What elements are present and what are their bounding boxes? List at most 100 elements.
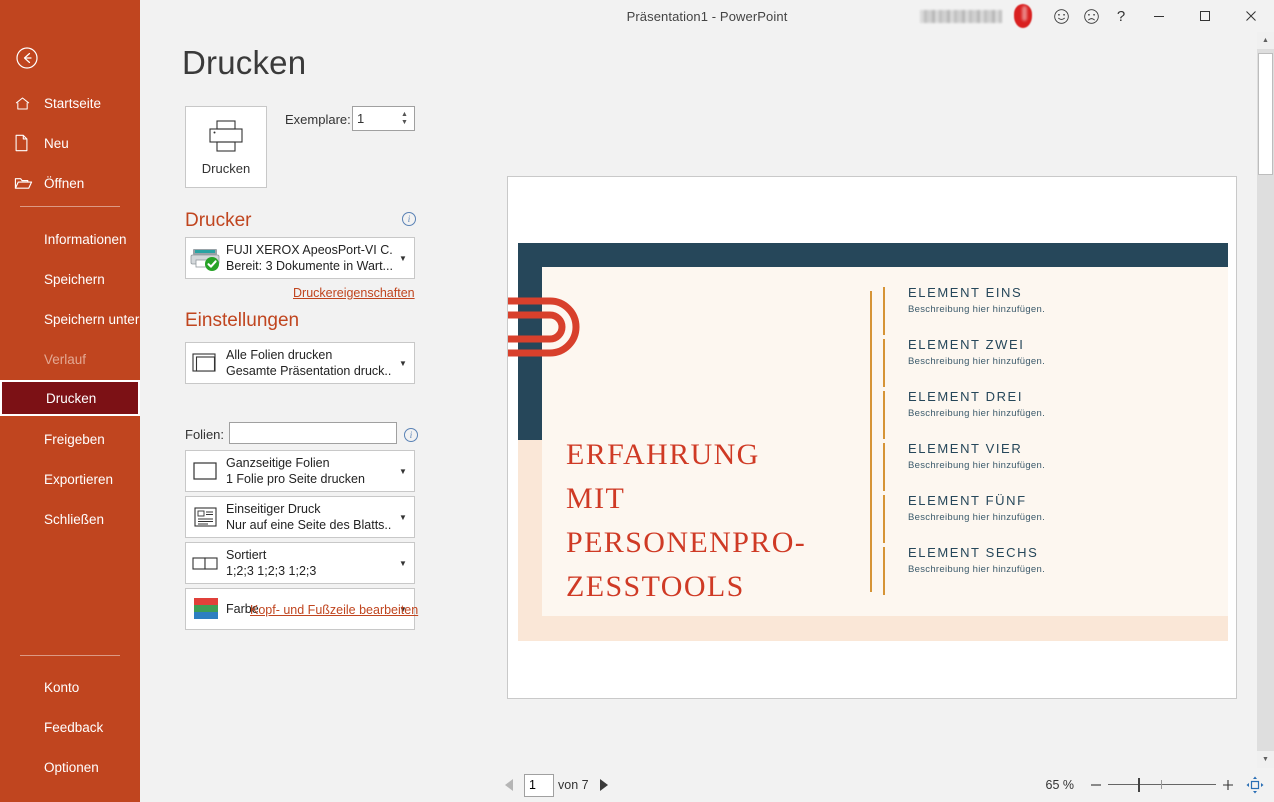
item-description: Beschreibung hier hinzufügen.	[908, 408, 1046, 419]
print-preview-area: ERFAHRUNG MIT PERSONENPRO- ZESSTOOLS ELE…	[460, 32, 1274, 802]
slides-range-input[interactable]	[230, 423, 396, 443]
page-title: Drucken	[182, 44, 307, 81]
sidebar-item-freigeben[interactable]: Freigeben	[0, 424, 140, 454]
copies-spin-up[interactable]: ▲	[397, 111, 412, 119]
print-button[interactable]: Drucken	[185, 106, 267, 188]
fit-to-window-button[interactable]	[1244, 774, 1266, 796]
scroll-up-button[interactable]: ▲	[1257, 32, 1274, 49]
item-description: Beschreibung hier hinzufügen.	[908, 512, 1046, 523]
avatar[interactable]	[1010, 3, 1036, 29]
page-number-input[interactable]	[525, 774, 553, 796]
scrollbar-track[interactable]	[1257, 49, 1274, 751]
slides-range-field[interactable]	[229, 422, 397, 444]
sidebar-item-oeffnen[interactable]: Öffnen	[0, 168, 140, 198]
item-accent-bar	[883, 287, 885, 335]
slide-list-item: ELEMENT VIER Beschreibung hier hinzufüge…	[883, 441, 1203, 493]
zoom-slider-thumb[interactable]	[1138, 778, 1140, 792]
slide-list-item: ELEMENT DREI Beschreibung hier hinzufüge…	[883, 389, 1203, 441]
print-range-line1: Alle Folien drucken	[226, 348, 333, 362]
back-arrow-icon	[16, 47, 38, 69]
sidebar-item-label: Drucken	[46, 390, 97, 406]
color-icon	[186, 596, 226, 622]
feedback-frown-button[interactable]	[1076, 0, 1106, 32]
print-collation-select[interactable]: Sortiert 1;2;3 1;2;3 1;2;3 ▼	[185, 542, 415, 584]
preview-status-bar: von 7 65 %	[460, 768, 1274, 802]
item-heading: ELEMENT DREI	[908, 389, 1024, 404]
account-name-blurred[interactable]	[920, 9, 1002, 23]
next-page-icon	[600, 779, 609, 791]
zoom-slider[interactable]	[1108, 774, 1216, 796]
copies-input[interactable]	[353, 108, 397, 129]
scrollbar-thumb[interactable]	[1258, 53, 1273, 175]
zoom-slider-midpoint	[1161, 780, 1162, 789]
zoom-in-button[interactable]	[1218, 774, 1238, 796]
printer-section-heading: Drucker	[185, 210, 252, 231]
maximize-button[interactable]	[1182, 0, 1228, 32]
sidebar-item-feedback[interactable]: Feedback	[0, 712, 140, 742]
zoom-slider-track	[1108, 784, 1216, 785]
sidebar-divider-bottom	[20, 655, 120, 656]
item-heading: ELEMENT VIER	[908, 441, 1023, 456]
preview-page[interactable]: ERFAHRUNG MIT PERSONENPRO- ZESSTOOLS ELE…	[507, 176, 1237, 699]
sidebar-item-speichern-unter[interactable]: Speichern unter	[0, 304, 140, 334]
item-accent-bar	[883, 443, 885, 491]
copies-spin-down[interactable]: ▼	[397, 119, 412, 127]
print-layout-select[interactable]: Ganzseitige Folien 1 Folie pro Seite dru…	[185, 450, 415, 492]
slides-info-icon[interactable]: i	[404, 428, 418, 442]
print-range-select[interactable]: Alle Folien drucken Gesamte Präsentation…	[185, 342, 415, 384]
slide-list-item: ELEMENT EINS Beschreibung hier hinzufüge…	[883, 285, 1203, 337]
one-sided-print-icon	[186, 505, 226, 529]
print-layout-line1: Ganzseitige Folien	[226, 456, 330, 470]
sidebar-item-startseite[interactable]: Startseite	[0, 88, 140, 118]
back-button[interactable]	[13, 44, 41, 72]
sidebar-item-konto[interactable]: Konto	[0, 672, 140, 702]
item-heading: ELEMENT EINS	[908, 285, 1023, 300]
sidebar-item-drucken[interactable]: Drucken	[0, 380, 140, 416]
close-button[interactable]	[1228, 0, 1274, 32]
print-collation-line1: Sortiert	[226, 548, 267, 562]
slide-title-line: PERSONENPRO-	[566, 526, 807, 559]
printer-select[interactable]: FUJI XEROX ApeosPort-VI C... Bereit: 3 D…	[185, 237, 415, 279]
help-button[interactable]: ?	[1106, 0, 1136, 32]
item-accent-bar	[883, 495, 885, 543]
page-number-field[interactable]	[524, 773, 554, 797]
slide-items-list: ELEMENT EINS Beschreibung hier hinzufüge…	[883, 285, 1203, 597]
printer-info-icon[interactable]: i	[402, 212, 416, 226]
printer-properties-link[interactable]: Druckereigenschaften	[293, 286, 415, 300]
copies-spinner[interactable]: ▲ ▼	[397, 107, 412, 130]
sidebar-item-speichern[interactable]: Speichern	[0, 264, 140, 294]
item-description: Beschreibung hier hinzufügen.	[908, 460, 1046, 471]
preview-scrollbar[interactable]: ▲ ▼	[1257, 32, 1274, 768]
minimize-button[interactable]	[1136, 0, 1182, 32]
sidebar-item-label: Informationen	[44, 231, 127, 247]
sidebar-divider-top	[20, 206, 120, 207]
new-document-icon	[14, 134, 36, 152]
printer-status-icon	[186, 245, 226, 271]
sidebar-item-optionen[interactable]: Optionen	[0, 752, 140, 782]
sidebar-item-exportieren[interactable]: Exportieren	[0, 464, 140, 494]
minus-icon	[1091, 784, 1101, 786]
chevron-down-icon: ▼	[399, 253, 407, 263]
scroll-down-button[interactable]: ▼	[1257, 751, 1274, 768]
sidebar-item-neu[interactable]: Neu	[0, 128, 140, 158]
settings-section-heading: Einstellungen	[185, 310, 300, 331]
print-sides-select[interactable]: Einseitiger Druck Nur auf eine Seite des…	[185, 496, 415, 538]
print-button-label: Drucken	[201, 160, 251, 176]
previous-page-button[interactable]	[498, 774, 520, 796]
sidebar-item-schliessen[interactable]: Schließen	[0, 504, 140, 534]
sidebar-item-label: Freigeben	[44, 431, 105, 447]
help-icon: ?	[1116, 7, 1126, 25]
next-page-button[interactable]	[593, 774, 615, 796]
zoom-percent-label[interactable]: 65 %	[1046, 778, 1075, 792]
feedback-smile-button[interactable]	[1046, 0, 1076, 32]
item-heading: ELEMENT FÜNF	[908, 493, 1027, 508]
header-footer-link[interactable]: Kopf- und Fußzeile bearbeiten	[250, 603, 418, 617]
zoom-out-button[interactable]	[1086, 774, 1106, 796]
item-description: Beschreibung hier hinzufügen.	[908, 564, 1046, 575]
sidebar-item-informationen[interactable]: Informationen	[0, 224, 140, 254]
backstage-sidebar: Startseite Neu Öffnen Informationen Spei…	[0, 0, 140, 802]
chevron-down-icon: ▼	[399, 466, 407, 476]
slide-list-item: ELEMENT FÜNF Beschreibung hier hinzufüge…	[883, 493, 1203, 545]
copies-stepper[interactable]: ▲ ▼	[352, 106, 415, 131]
smile-icon	[1053, 8, 1069, 24]
